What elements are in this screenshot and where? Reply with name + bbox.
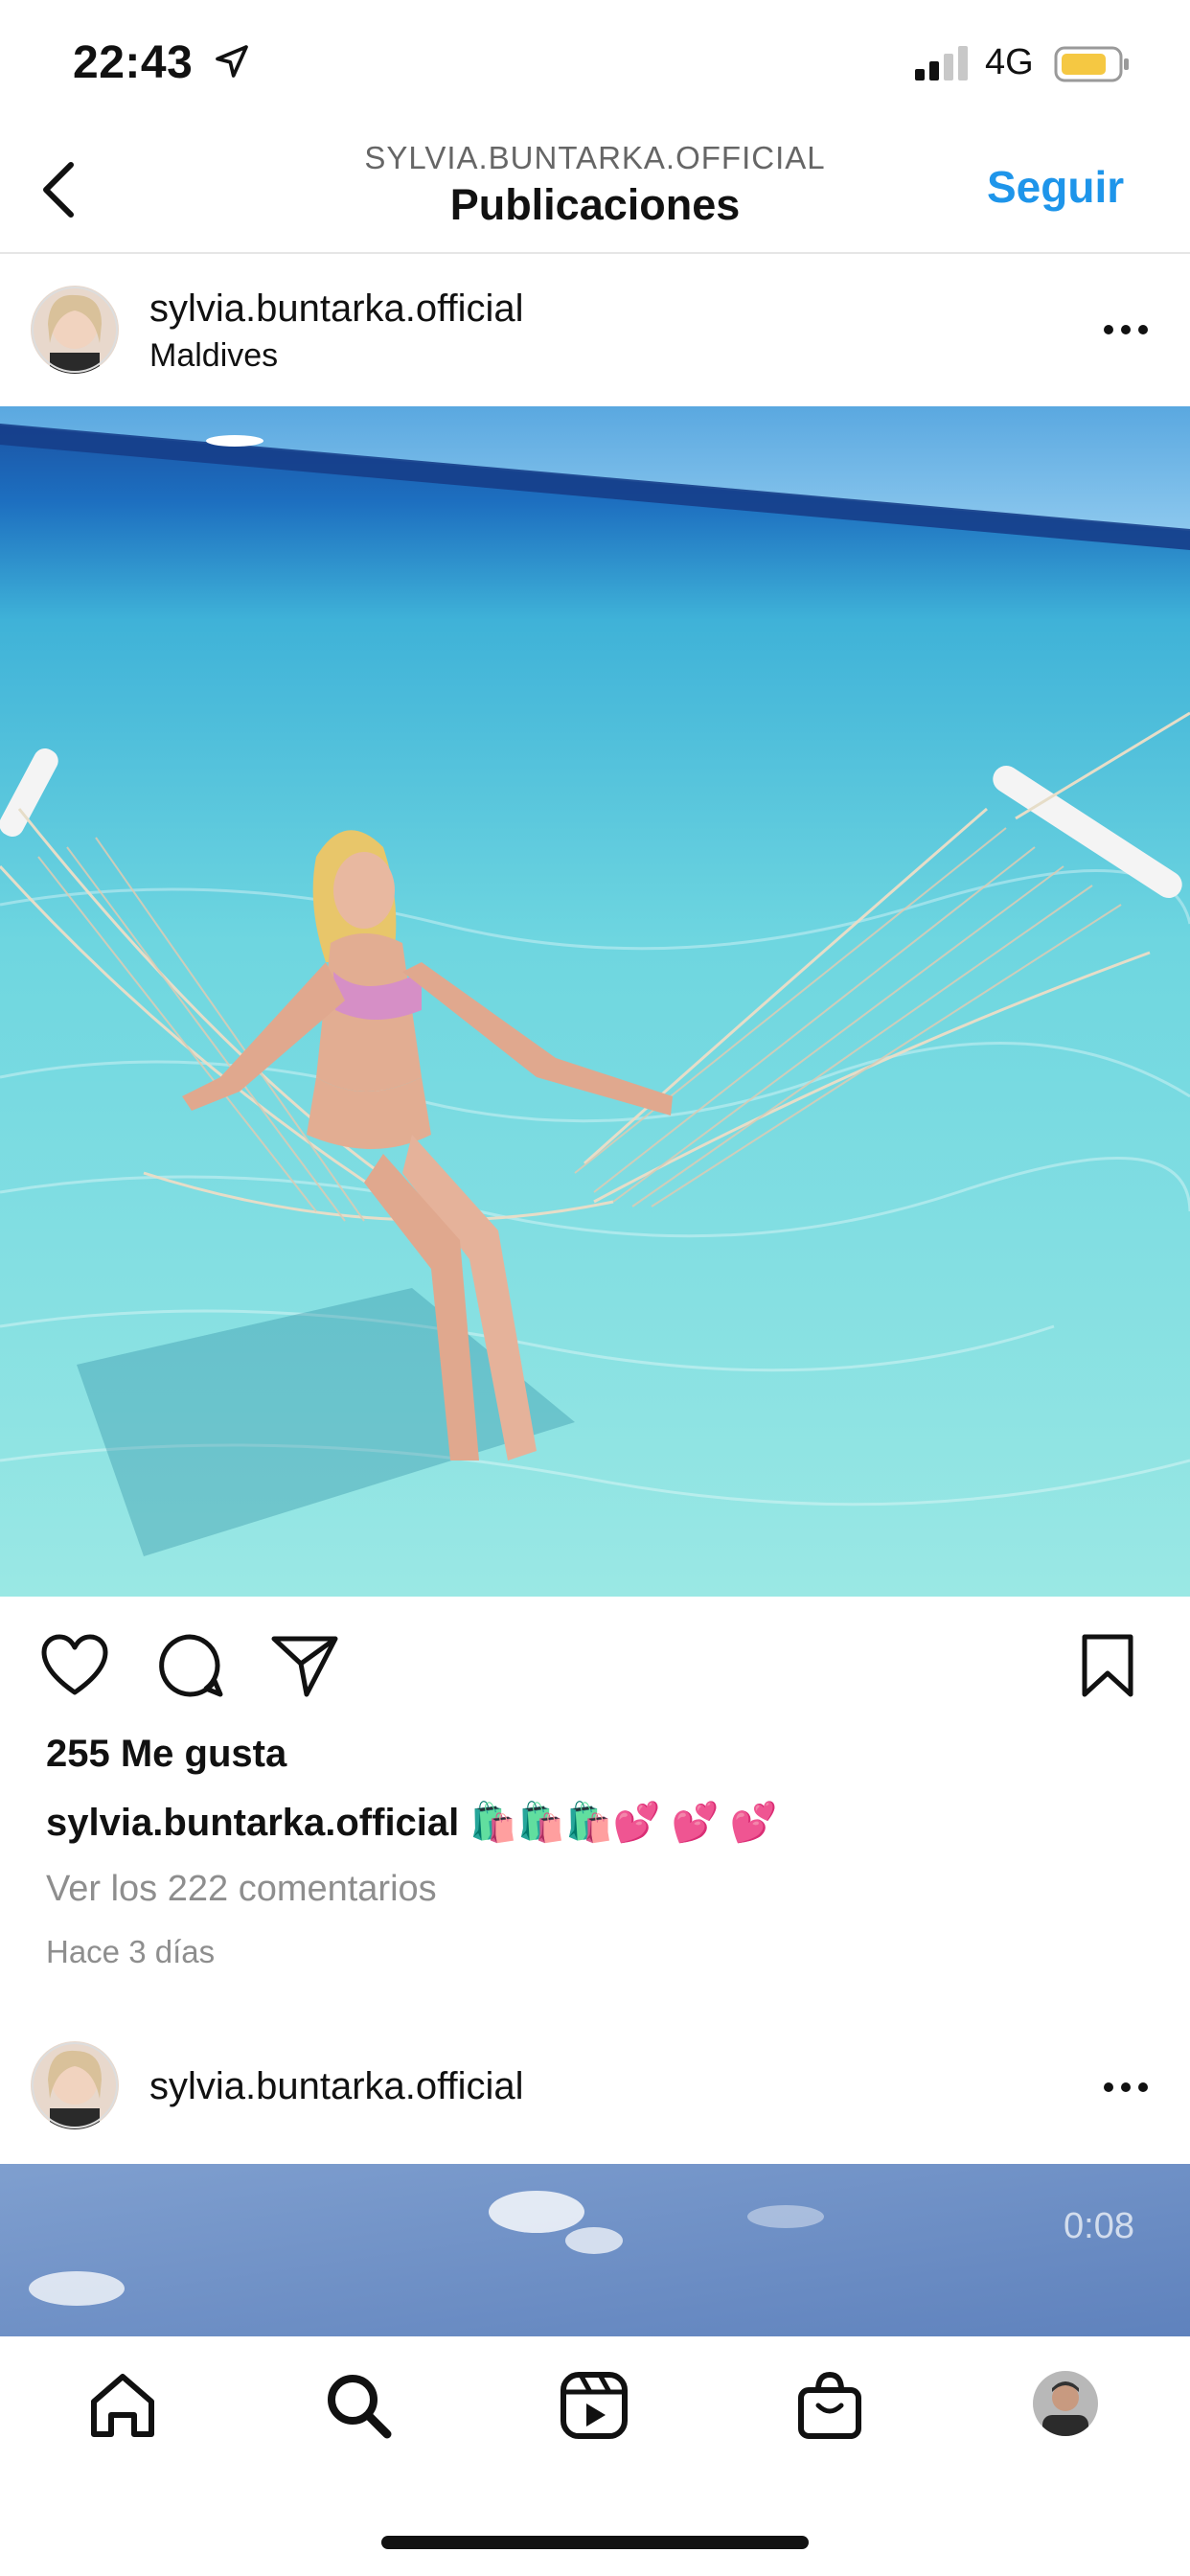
network-type: 4G — [985, 42, 1034, 82]
header-divider — [0, 252, 1190, 254]
post-photo[interactable] — [0, 406, 1190, 1597]
post-username[interactable]: sylvia.buntarka.official — [149, 288, 524, 331]
more-options-icon[interactable] — [1102, 320, 1150, 339]
more-options-icon[interactable] — [1102, 2078, 1150, 2097]
status-bar: 22:43 4G — [0, 0, 1190, 115]
home-indicator — [381, 2536, 809, 2549]
post-video[interactable] — [0, 2164, 1190, 2336]
reels-icon[interactable] — [556, 2367, 632, 2444]
avatar-image — [31, 286, 119, 374]
caption-username[interactable]: sylvia.buntarka.official — [46, 1802, 459, 1844]
caption-text: 🛍️🛍️🛍️💕 💕 💕 — [469, 1802, 778, 1844]
home-icon[interactable] — [84, 2367, 161, 2444]
view-comments-link[interactable]: Ver los 222 comentarios — [46, 1869, 437, 1910]
bookmark-icon[interactable] — [1071, 1629, 1144, 1702]
battery-icon — [1054, 46, 1129, 82]
post-timestamp: Hace 3 días — [46, 1934, 216, 1969]
post-caption: sylvia.buntarka.official 🛍️🛍️🛍️💕 💕 💕 — [46, 1800, 777, 1845]
profile-avatar[interactable] — [1033, 2371, 1098, 2436]
photo-hammock-sea — [0, 406, 1190, 1597]
video-duration: 0:08 — [1064, 2206, 1134, 2246]
paper-plane-icon[interactable] — [268, 1629, 341, 1702]
likes-count[interactable]: 255 Me gusta — [46, 1733, 286, 1776]
post-avatar[interactable] — [31, 2041, 119, 2129]
post-location[interactable]: Maldives — [149, 337, 278, 375]
shop-bag-icon[interactable] — [791, 2367, 868, 2444]
heart-icon[interactable] — [38, 1629, 111, 1702]
search-icon[interactable] — [320, 2367, 397, 2444]
signal-strength-icon — [915, 46, 968, 80]
post-avatar[interactable] — [31, 286, 119, 374]
follow-button[interactable]: Seguir — [987, 161, 1124, 213]
status-time: 22:43 — [73, 37, 194, 88]
profile-avatar-image — [1033, 2371, 1098, 2436]
avatar-image — [31, 2041, 119, 2129]
location-arrow-icon — [216, 45, 248, 78]
video-sky-thumbnail — [0, 2164, 1190, 2336]
comment-bubble-icon[interactable] — [153, 1629, 226, 1702]
post-username[interactable]: sylvia.buntarka.official — [149, 2065, 524, 2108]
